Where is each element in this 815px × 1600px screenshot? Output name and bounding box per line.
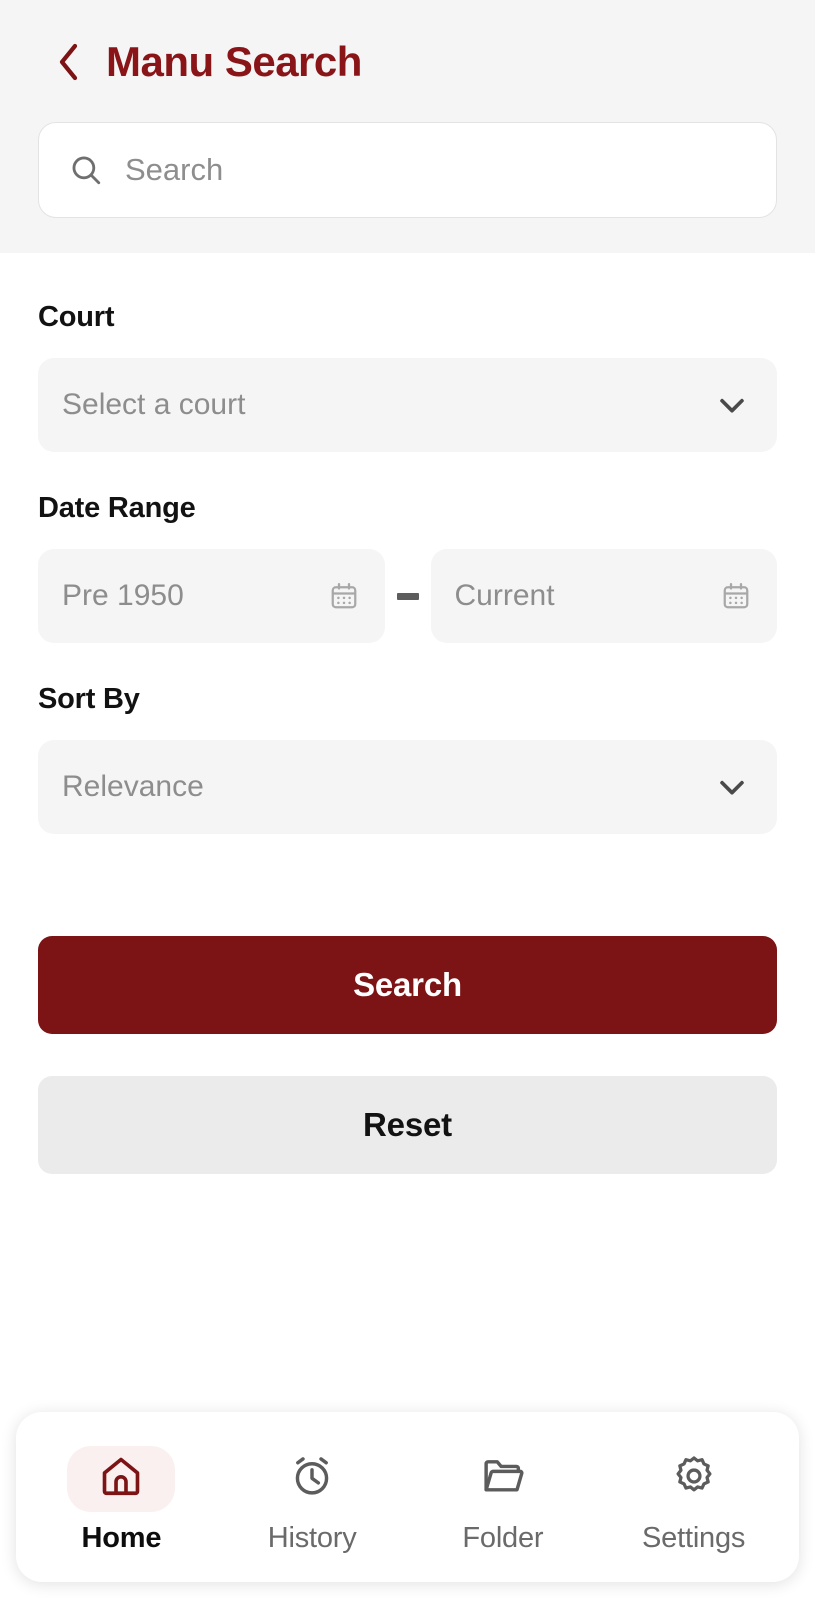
nav-label-settings: Settings: [642, 1521, 746, 1554]
nav-label-folder: Folder: [462, 1521, 544, 1554]
nav-item-home[interactable]: Home: [26, 1412, 217, 1582]
date-range-row: Pre 1950 Current: [38, 549, 777, 643]
court-select-value: Select a court: [62, 388, 246, 421]
chevron-down-icon: [715, 388, 749, 422]
back-button[interactable]: [54, 42, 84, 82]
reset-button[interactable]: Reset: [38, 1076, 777, 1174]
search-input[interactable]: [125, 123, 746, 217]
sort-by-select[interactable]: Relevance: [38, 740, 777, 834]
calendar-icon: [329, 581, 359, 611]
header-top-row: Manu Search: [38, 30, 777, 94]
search-button[interactable]: Search: [38, 936, 777, 1034]
sort-by-value: Relevance: [62, 770, 204, 803]
date-from-field[interactable]: Pre 1950: [38, 549, 385, 643]
bottom-navigation: Home History Folder Settings: [16, 1412, 799, 1582]
date-range-separator: [385, 592, 431, 600]
court-label: Court: [38, 301, 115, 333]
chevron-down-icon: [715, 770, 749, 804]
date-to-field[interactable]: Current: [430, 549, 777, 643]
date-from-value: Pre 1950: [62, 579, 184, 612]
search-bar[interactable]: [38, 122, 777, 218]
court-select[interactable]: Select a court: [38, 358, 777, 452]
home-icon: [98, 1453, 144, 1504]
calendar-icon: [721, 581, 751, 611]
folder-icon-wrap: [449, 1446, 557, 1512]
alarm-clock-icon: [289, 1453, 335, 1504]
home-icon-wrap: [67, 1445, 176, 1512]
nav-item-history[interactable]: History: [217, 1412, 408, 1582]
search-icon: [69, 153, 103, 187]
folder-icon: [480, 1453, 526, 1504]
gear-icon: [671, 1453, 717, 1504]
settings-icon-wrap: [640, 1446, 748, 1512]
header: Manu Search: [0, 0, 815, 253]
sort-by-label: Sort By: [38, 683, 140, 715]
page-title: Manu Search: [106, 38, 362, 85]
nav-label-history: History: [267, 1521, 357, 1554]
date-to-value: Current: [454, 579, 555, 612]
nav-item-settings[interactable]: Settings: [598, 1412, 789, 1582]
chevron-left-icon: [56, 42, 82, 82]
history-icon-wrap: [258, 1446, 366, 1512]
filter-form: Court Select a court Date Range Pre 1950: [0, 253, 815, 1600]
nav-label-home: Home: [81, 1521, 162, 1554]
nav-item-folder[interactable]: Folder: [408, 1412, 599, 1582]
date-range-label: Date Range: [38, 492, 196, 524]
app-screen: Manu Search Court Select a court D: [0, 0, 815, 1600]
